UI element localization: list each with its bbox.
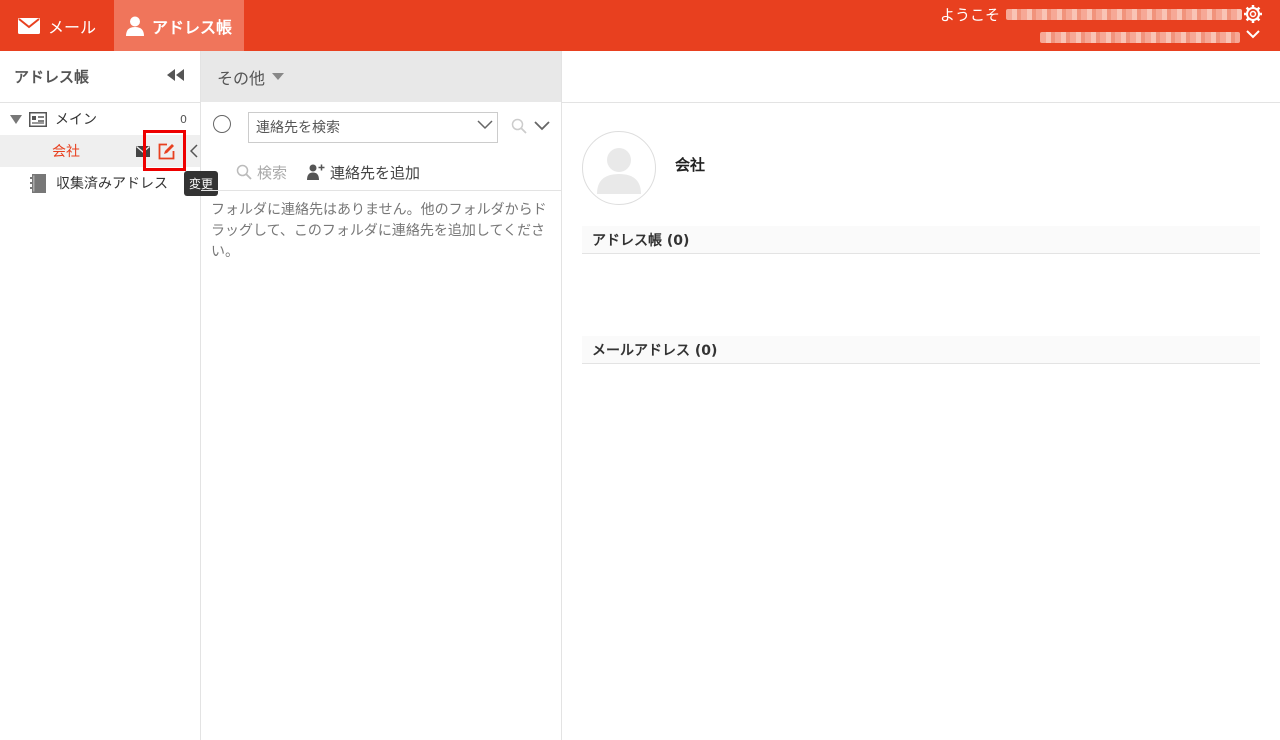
tree-item-company-label: 会社 — [52, 144, 80, 160]
search-icon[interactable] — [511, 118, 527, 134]
gear-icon[interactable] — [1244, 5, 1262, 23]
empty-folder-message: フォルダに連絡先はありません。他のフォルダからドラッグして、このフォルダに連絡先… — [211, 202, 547, 260]
blurred-email — [1040, 32, 1240, 43]
select-all-radio[interactable] — [213, 115, 231, 133]
detail-header — [562, 51, 1280, 103]
blurred-username — [1006, 9, 1242, 20]
tree-item-collected-label: 収集済みアドレス — [56, 176, 168, 192]
chevron-down-icon[interactable] — [477, 120, 493, 130]
mail-tab-label: メール — [48, 17, 97, 37]
tree-item-main-count: 0 — [180, 112, 187, 126]
welcome-text: ようこそ — [940, 4, 1242, 25]
tree-item-main-label: メイン — [55, 112, 97, 128]
contact-search-input[interactable] — [248, 112, 498, 143]
collapse-icon[interactable] — [167, 69, 185, 81]
address-card-icon — [29, 111, 47, 127]
addressbook-tab-label: アドレス帳 — [151, 17, 232, 37]
top-bar: メール アドレス帳 ようこそ — [0, 0, 1280, 51]
mail-icon — [18, 17, 40, 34]
default-avatar-icon — [597, 148, 641, 194]
search-button-label: 検索 — [257, 163, 288, 182]
add-contact-label: 連絡先を追加 — [330, 163, 421, 182]
contact-detail-panel: 会社 アドレス帳 (0) メールアドレス (0) — [562, 51, 1280, 740]
add-person-icon — [307, 164, 325, 180]
section-email: メールアドレス (0) — [582, 336, 1260, 364]
avatar — [582, 131, 656, 205]
folder-dropdown-label: その他 — [217, 68, 266, 88]
contact-list-panel: その他 検索 連絡先を追加 フォルダに連絡先はありません。他のフォルダからドラッ… — [201, 51, 562, 740]
contact-name: 会社 — [675, 156, 706, 174]
close-icon[interactable] — [190, 144, 198, 158]
folder-dropdown[interactable]: その他 — [201, 51, 561, 102]
action-bar: 検索 連絡先を追加 — [201, 154, 561, 191]
search-icon — [236, 164, 252, 180]
addressbook-tab[interactable]: アドレス帳 — [114, 0, 244, 51]
person-icon — [125, 16, 144, 36]
notebook-icon — [30, 173, 46, 193]
search-row — [201, 102, 561, 154]
sidebar-header: アドレス帳 — [0, 51, 200, 103]
chevron-down-icon[interactable] — [1246, 29, 1260, 39]
expand-triangle-icon[interactable] — [10, 114, 22, 124]
sidebar-title: アドレス帳 — [14, 68, 90, 86]
section-addressbook: アドレス帳 (0) — [582, 226, 1260, 254]
chevron-down-icon[interactable] — [534, 121, 550, 131]
mail-tab[interactable]: メール — [18, 0, 96, 51]
add-contact-button[interactable]: 連絡先を追加 — [307, 162, 420, 183]
search-button[interactable]: 検索 — [236, 162, 287, 183]
edit-highlight-box — [143, 130, 186, 171]
caret-down-icon — [272, 73, 285, 80]
tree-item-collected[interactable]: 収集済みアドレス — [0, 167, 200, 199]
